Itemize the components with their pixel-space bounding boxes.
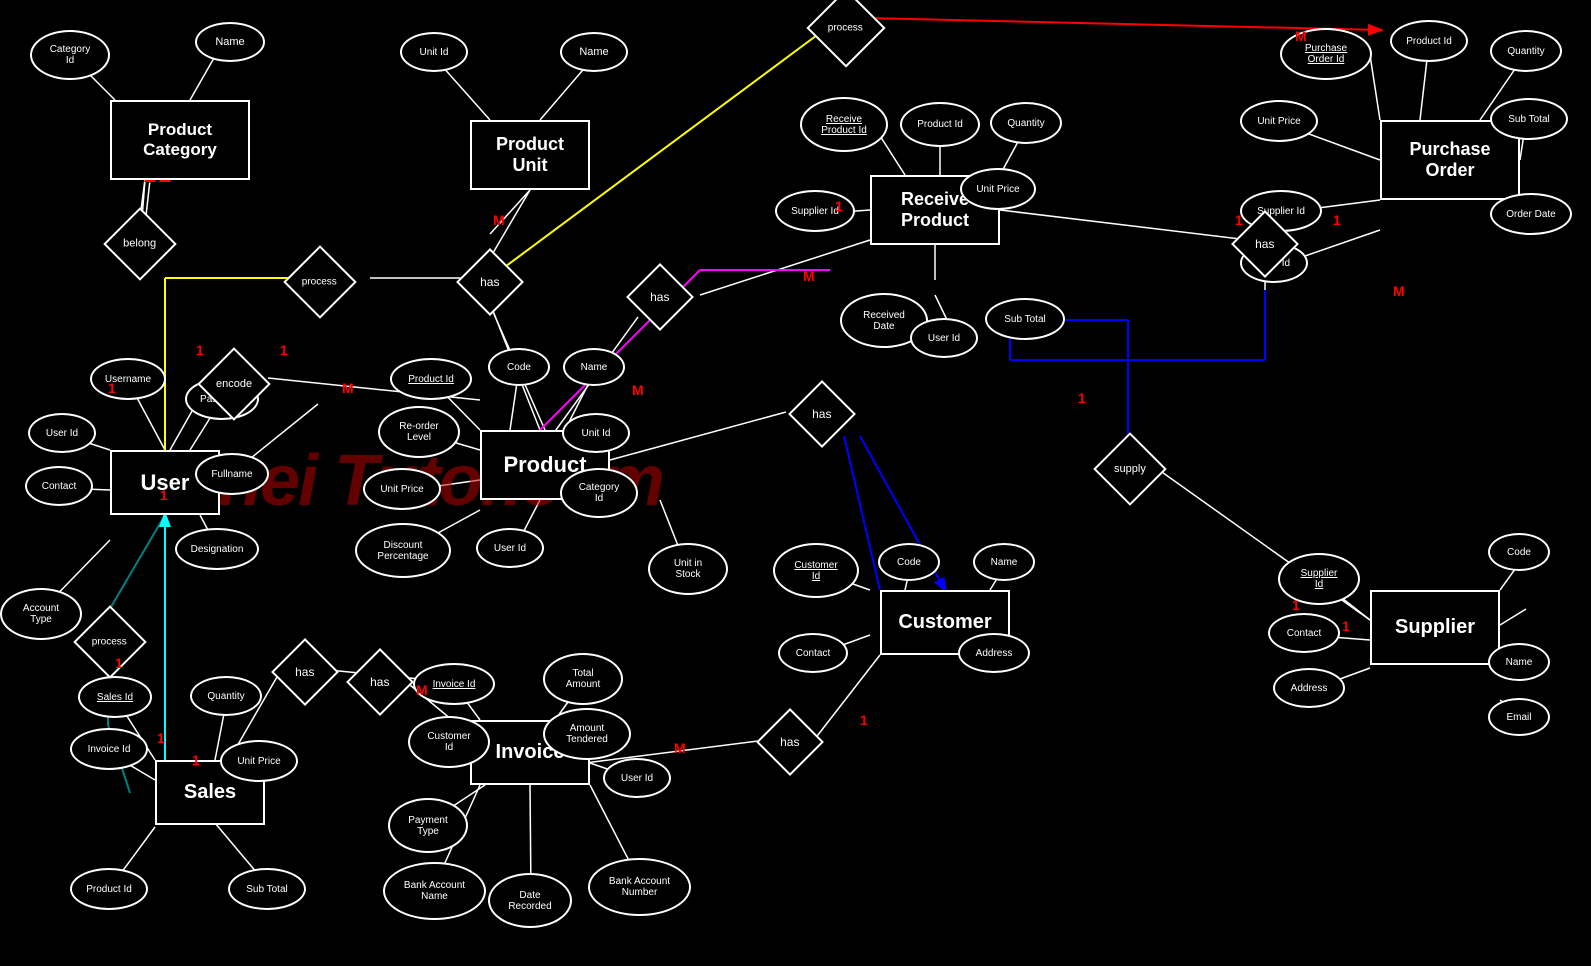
attr-sup-name: Name: [1488, 643, 1550, 681]
card-m-encode-m: M: [342, 380, 354, 396]
attr-payment-type: PaymentType: [388, 798, 468, 853]
attr-user-id: User Id: [28, 413, 96, 453]
attr-user-username: Username: [90, 358, 166, 400]
attr-cat-name: Name: [195, 22, 265, 62]
attr-user-contact: Contact: [25, 466, 93, 506]
card-1-user-1: 1: [108, 380, 116, 396]
attr-date-recorded: DateRecorded: [488, 873, 572, 928]
attr-sales-product-id: Product Id: [70, 868, 148, 910]
attr-sales-unit-price: Unit Price: [220, 740, 298, 782]
attr-prod-unit-price: Unit Price: [363, 468, 441, 510]
attr-cust-code: Code: [878, 543, 940, 581]
attr-rp-product-id: Product Id: [900, 102, 980, 147]
attr-rp-supplier-id: Supplier Id: [775, 190, 855, 232]
attr-sup-email: Email: [1488, 698, 1550, 736]
card-1-process-user: 1: [115, 655, 123, 671]
attr-unit-name: Name: [560, 32, 628, 72]
attr-sales-sub-total: Sub Total: [228, 868, 306, 910]
attr-po-product-id: Product Id: [1390, 20, 1468, 62]
attr-inv-total-amount: TotalAmount: [543, 653, 623, 705]
attr-sup-contact: Contact: [1268, 613, 1340, 653]
card-m-has-sales-m: M: [416, 682, 428, 698]
attr-po-unit-price: Unit Price: [1240, 100, 1318, 142]
attr-cust-name: Name: [973, 543, 1035, 581]
card-1-has-cust: 1: [860, 712, 868, 728]
attr-account-type: AccountType: [0, 588, 82, 640]
entity-product-unit: ProductUnit: [470, 120, 590, 190]
card-1-sales-2: 1: [192, 752, 200, 768]
attr-inv-amount-tendered: AmountTendered: [543, 708, 631, 760]
attr-bank-account-number: Bank AccountNumber: [588, 858, 691, 916]
attr-sales-id: Sales Id: [78, 676, 152, 718]
entity-supplier: Supplier: [1370, 590, 1500, 665]
attr-prod-category-id: CategoryId: [560, 468, 638, 518]
attr-category-id: CategoryId: [30, 30, 110, 80]
card-1-user-process: 1: [160, 487, 168, 503]
card-m-supplier-1: 1: [1292, 597, 1300, 613]
card-m-inv-user: M: [674, 740, 686, 756]
attr-customer-id: CustomerId: [773, 543, 859, 598]
attr-rp-quantity: Quantity: [990, 102, 1062, 144]
card-1-rp-1: 1: [835, 198, 843, 214]
attr-cust-address: Address: [958, 633, 1030, 673]
card-m-po-m: M: [1393, 283, 1405, 299]
card-m-purchase-order: M: [1295, 28, 1307, 44]
attr-rp-user-id: User Id: [910, 318, 978, 358]
attr-prod-user-id: User Id: [476, 528, 544, 568]
card-1-has-po: 1: [1078, 390, 1086, 406]
attr-unit-id: Unit Id: [400, 32, 468, 72]
attr-sup-code-top: Code: [1488, 533, 1550, 571]
attr-cust-contact: Contact: [778, 633, 848, 673]
er-diagram: Product Category ProductUnit ReceiveProd…: [0, 0, 1591, 966]
attr-product-id: Product Id: [390, 358, 472, 400]
entity-product-category: Product Category: [110, 100, 250, 180]
attr-user-fullname: Fullname: [195, 453, 269, 495]
card-1-encode-2: 1: [280, 342, 288, 358]
card-1-sales-1: 1: [157, 730, 165, 746]
attr-rp-sub-total: Sub Total: [985, 298, 1065, 340]
card-m-has-prod-m: M: [632, 382, 644, 398]
attr-sales-quantity: Quantity: [190, 676, 262, 716]
card-1-po-right: 1: [1333, 212, 1341, 228]
attr-po-quantity: Quantity: [1490, 30, 1562, 72]
attr-prod-reorder: Re-orderLevel: [378, 406, 460, 458]
attr-po-sub-total: Sub Total: [1490, 98, 1568, 140]
attr-po-purchase-order-id: PurchaseOrder Id: [1280, 28, 1372, 80]
attr-user-designation: Designation: [175, 528, 259, 570]
card-1-supply: 1: [1342, 618, 1350, 634]
attr-prod-code: Code: [488, 348, 550, 386]
attr-prod-unit-id: Unit Id: [562, 413, 630, 453]
card-m-has-unit: M: [493, 212, 505, 228]
attr-sup-address: Address: [1273, 668, 1345, 708]
attr-prod-discount: DiscountPercentage: [355, 523, 451, 578]
card-m-rp-m: M: [803, 268, 815, 284]
attr-inv-user-id: User Id: [603, 758, 671, 798]
card-1-po-supplier: 1: [1235, 212, 1243, 228]
attr-supplier-id: SupplierId: [1278, 553, 1360, 605]
attr-unit-in-stock: Unit inStock: [648, 543, 728, 595]
attr-sales-invoice-id: Invoice Id: [70, 728, 148, 770]
attr-inv-customer-id: CustomerId: [408, 716, 490, 768]
attr-bank-account-name: Bank AccountName: [383, 862, 486, 920]
attr-prod-name: Name: [563, 348, 625, 386]
card-1-encode-1: 1: [196, 342, 204, 358]
attr-po-order-date: Order Date: [1490, 193, 1572, 235]
attr-rp-unit-price: Unit Price: [960, 168, 1036, 210]
attr-receive-product-id: ReceiveProduct Id: [800, 97, 888, 152]
